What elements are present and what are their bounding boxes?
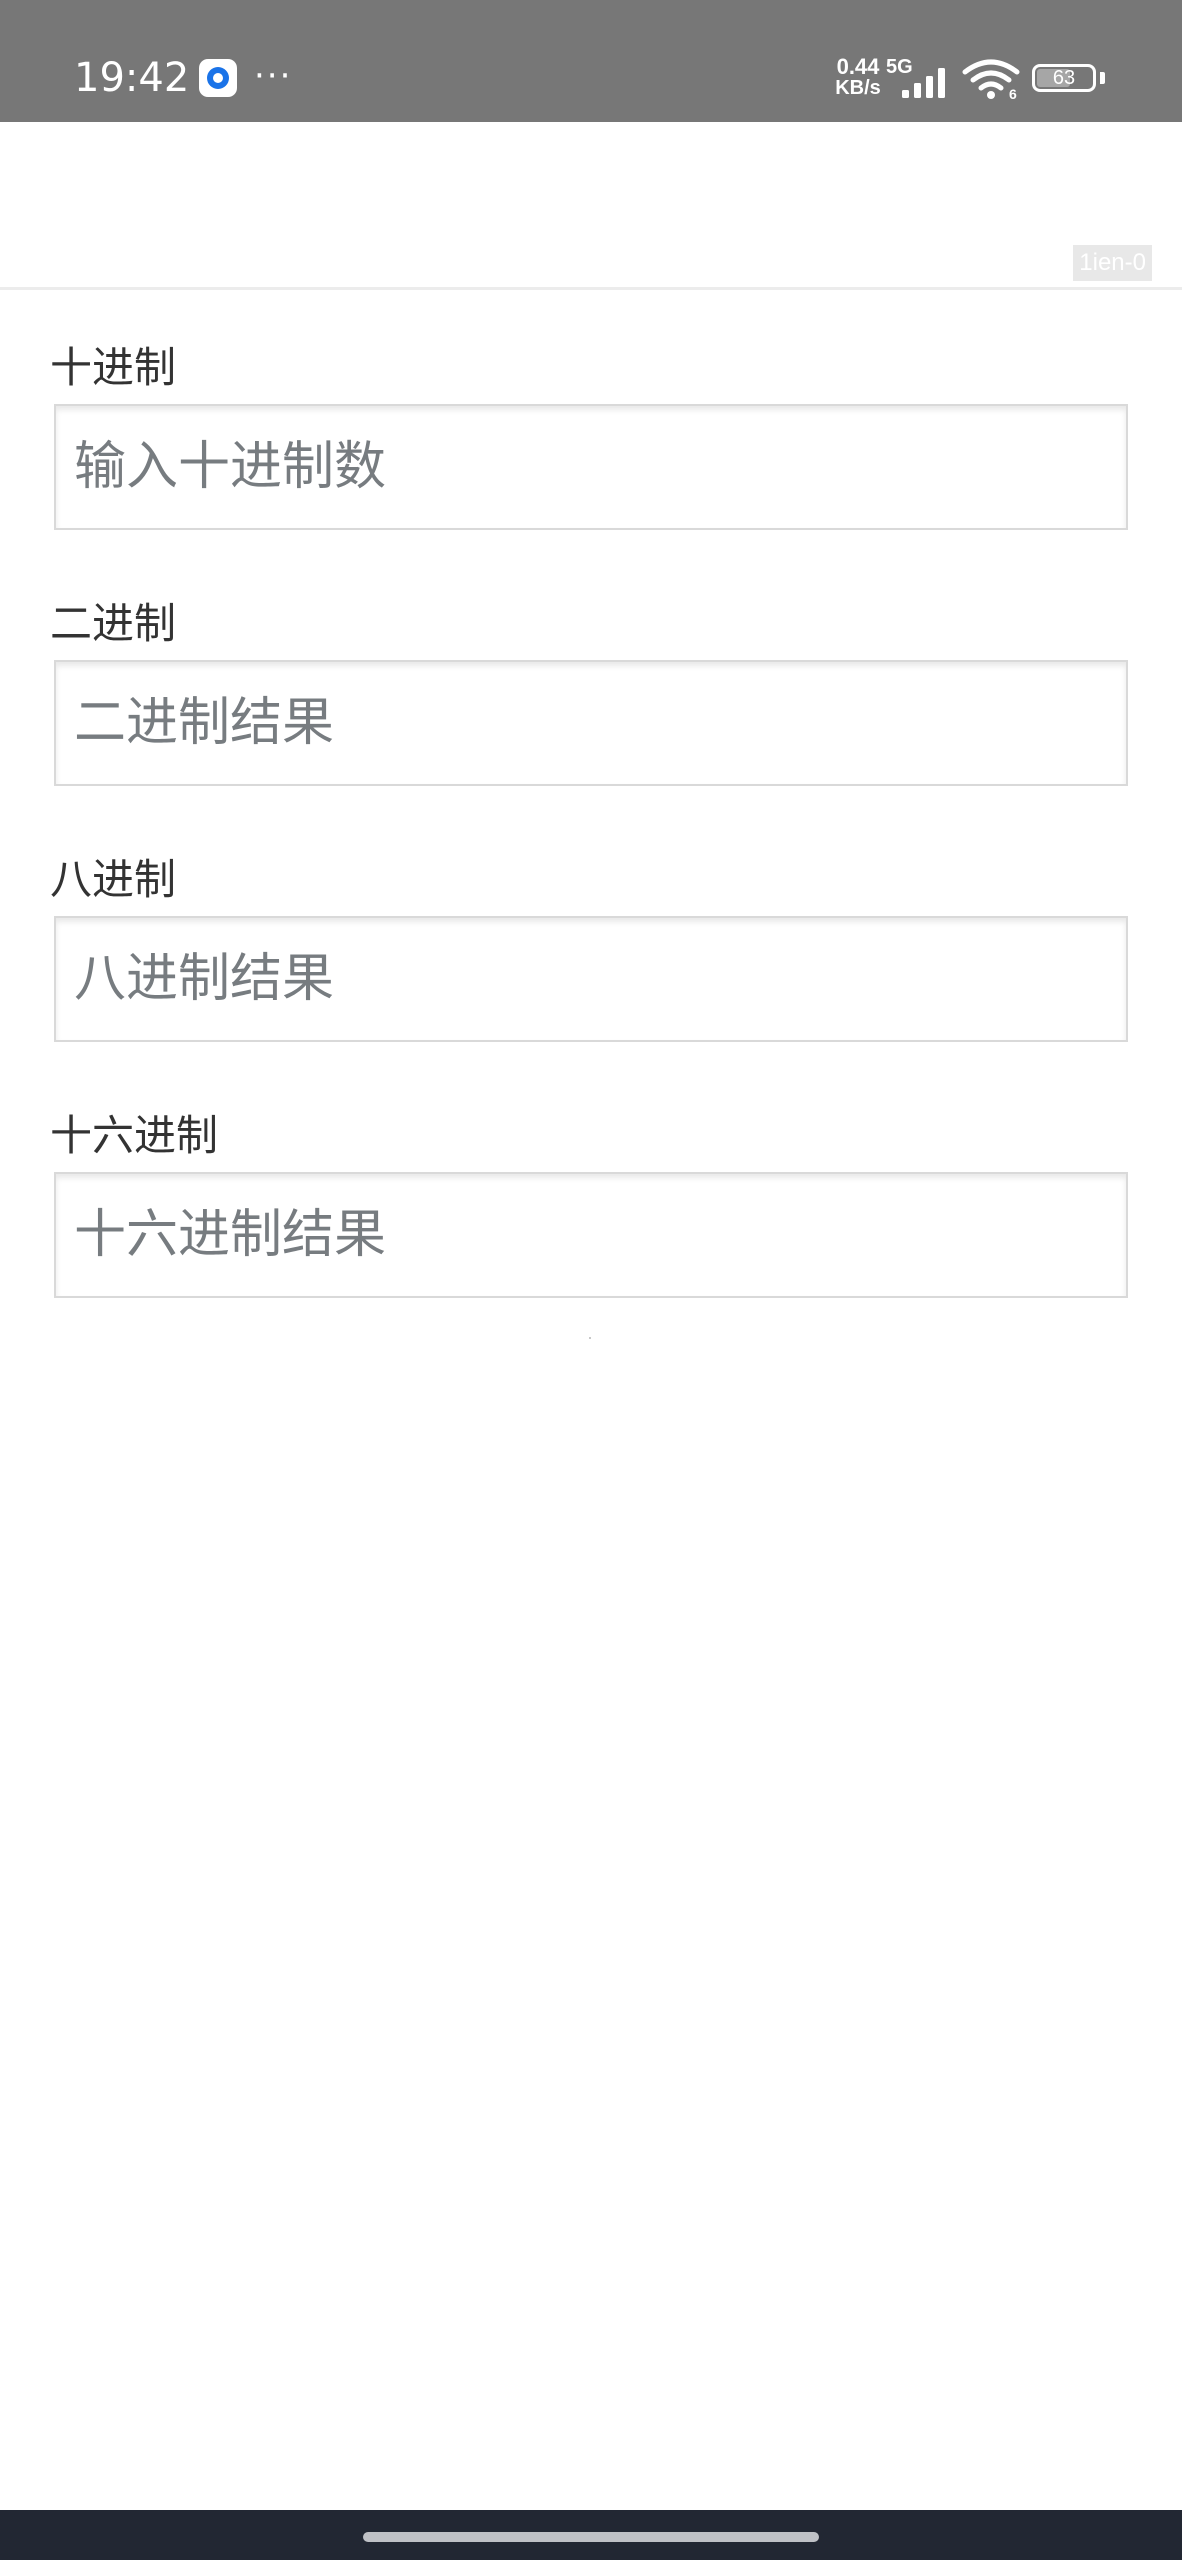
battery-level: 63 [1052,67,1076,89]
header-tag: 1ien-0 [1073,245,1152,281]
signal-icon [902,68,945,98]
status-bar: 19:42 ··· 0.44 KB/s 5G 6 63 [0,0,1182,122]
status-time: 19:42 [74,55,190,101]
wifi-badge: 6 [1009,86,1017,100]
hexadecimal-field: 十六进制 [50,1108,1130,1298]
network-speed-unit: KB/s [835,77,881,99]
network-speed-value: 0.44 [836,54,880,79]
battery-tip [1100,72,1105,84]
octal-label: 八进制 [50,855,177,904]
hexadecimal-output[interactable] [54,1172,1128,1298]
decimal-label: 十进制 [50,343,177,392]
home-indicator[interactable] [363,2532,819,2542]
decimal-field: 十进制 [50,340,1130,530]
decimal-input[interactable] [54,404,1128,530]
network-speed: 0.44 KB/s [828,54,888,99]
battery-icon: 63 [1032,64,1096,92]
divider-dot [589,1337,591,1339]
screen: 19:42 ··· 0.44 KB/s 5G 6 63 1ien-0 十进制 输… [0,0,1182,2560]
octal-output[interactable] [54,916,1128,1042]
notification-app-icon [199,59,237,97]
navigation-bar [0,2510,1182,2560]
binary-field: 二进制 [50,596,1130,786]
more-notifications-icon: ··· [254,56,293,96]
wifi-icon: 6 [962,59,1020,100]
hexadecimal-label: 十六进制 [50,1111,219,1160]
app-header: 1ien-0 [0,122,1182,290]
binary-output[interactable] [54,660,1128,786]
octal-field: 八进制 [50,852,1130,1042]
binary-label: 二进制 [50,599,177,648]
